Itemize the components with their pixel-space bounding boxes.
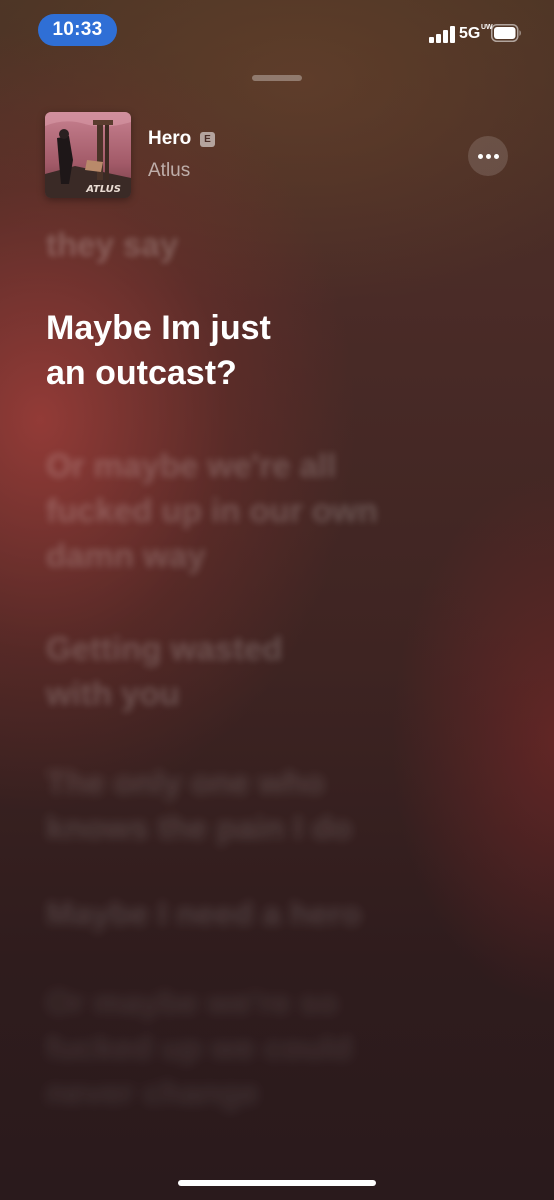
album-artwork[interactable]: ATLUS [45, 112, 131, 198]
sheet-grabber[interactable] [252, 75, 302, 81]
home-indicator[interactable] [178, 1180, 376, 1186]
explicit-badge: E [200, 132, 215, 147]
lyric-line-upcoming[interactable]: Maybe I need a hero [46, 891, 486, 936]
artwork-label: ATLUS [85, 184, 121, 195]
artist-name[interactable]: Atlus [148, 159, 190, 183]
lyric-line-next[interactable]: Or maybe we're all fucked up in our own … [46, 443, 486, 578]
ellipsis-icon-dot [486, 154, 491, 159]
lyric-line-current[interactable]: Maybe Im just an outcast? [46, 306, 486, 396]
network-badge: UW [481, 24, 493, 31]
song-title[interactable]: Hero [148, 127, 191, 151]
more-options-button[interactable] [468, 136, 508, 176]
lyric-line-upcoming[interactable]: Or maybe we're so fucked up we could nev… [46, 980, 486, 1115]
status-bar: 10:33 5G UW [0, 0, 554, 62]
ellipsis-icon-dot [494, 154, 499, 159]
signal-bars-icon [429, 26, 455, 43]
lyric-line-previous[interactable]: they say [46, 222, 486, 267]
lyric-line-upcoming[interactable]: Getting wasted with you [46, 626, 486, 716]
network-type: 5G [459, 25, 481, 42]
ellipsis-icon [478, 154, 483, 159]
lyric-line-upcoming[interactable]: The only one who knows the pain I do [46, 760, 486, 850]
status-time[interactable]: 10:33 [38, 14, 117, 46]
battery-icon [491, 24, 521, 42]
